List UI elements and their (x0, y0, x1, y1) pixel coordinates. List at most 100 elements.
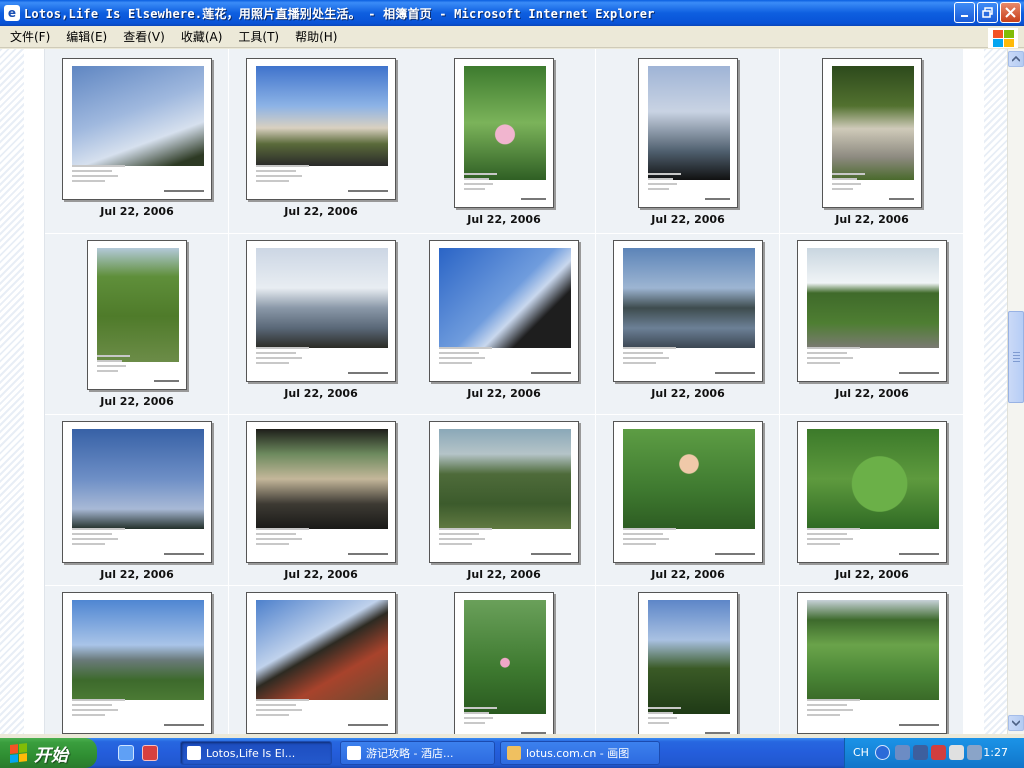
photo-image (256, 66, 388, 166)
photo-cell: Jul 22, 2006 (412, 234, 596, 415)
photo-date-caption[interactable]: Jul 22, 2006 (780, 387, 964, 400)
photo-cell (596, 586, 780, 734)
photo-image (72, 600, 204, 700)
quicklaunch-ie-icon[interactable] (118, 745, 134, 761)
photo-exif-info (623, 528, 755, 558)
photo-image (648, 66, 730, 180)
photo-cell: Jul 22, 2006 (229, 415, 413, 586)
window-titlebar[interactable]: e Lotos,Life Is Elsewhere.莲花，用照片直播别处生活。 … (0, 0, 1024, 26)
scroll-up-icon (1012, 56, 1020, 62)
photo-thumbnail[interactable] (246, 592, 396, 734)
taskbar-task-ie[interactable]: Lotos,Life Is El... (180, 741, 332, 765)
photo-date-caption[interactable]: Jul 22, 2006 (229, 205, 413, 218)
photo-thumbnail[interactable] (62, 58, 212, 200)
menu-help[interactable]: 帮助(H) (287, 27, 345, 47)
photo-image (623, 429, 755, 529)
quicklaunch-app-icon[interactable] (142, 745, 158, 761)
photo-thumbnail[interactable] (62, 592, 212, 734)
menu-file[interactable]: 文件(F) (2, 27, 58, 47)
photo-date-caption[interactable]: Jul 22, 2006 (45, 568, 229, 581)
tray-network-icon[interactable] (895, 745, 910, 760)
photo-date-caption[interactable]: Jul 22, 2006 (412, 213, 596, 226)
photo-date-caption[interactable]: Jul 22, 2006 (780, 213, 964, 226)
photo-exif-info (72, 699, 204, 729)
photo-date-caption[interactable]: Jul 22, 2006 (45, 395, 229, 408)
photo-date-caption[interactable]: Jul 22, 2006 (780, 568, 964, 581)
photo-thumbnail[interactable] (613, 421, 763, 563)
tray-volume-icon[interactable] (967, 745, 982, 760)
ie-task-icon (347, 746, 361, 760)
photo-cell (229, 586, 413, 734)
photo-cell: Jul 22, 2006 (45, 234, 229, 415)
photo-thumbnail[interactable] (797, 592, 947, 734)
photo-exif-info (648, 707, 730, 734)
photo-thumbnail[interactable] (638, 592, 738, 734)
vertical-scrollbar[interactable] (1007, 49, 1024, 734)
photo-thumbnail[interactable] (454, 58, 554, 208)
photo-date-caption[interactable]: Jul 22, 2006 (412, 568, 596, 581)
tray-security-icon[interactable] (931, 745, 946, 760)
photo-image (97, 248, 179, 362)
photo-thumbnail[interactable] (246, 421, 396, 563)
photo-image (807, 600, 939, 700)
photo-date-caption[interactable]: Jul 22, 2006 (45, 205, 229, 218)
photo-thumbnail[interactable] (638, 58, 738, 208)
photo-thumbnail[interactable] (87, 240, 187, 390)
photo-thumbnail[interactable] (246, 240, 396, 382)
taskbar-clock[interactable]: 1:27 (983, 746, 1008, 759)
photo-date-caption[interactable]: Jul 22, 2006 (229, 568, 413, 581)
tray-display-icon[interactable] (913, 745, 928, 760)
photo-thumbnail[interactable] (429, 240, 579, 382)
start-button[interactable]: 开始 (0, 738, 97, 768)
photo-thumbnail[interactable] (822, 58, 922, 208)
photo-gallery: Jul 22, 2006 Jul 22, 2006 Jul 22, 2006 Jul … (44, 49, 964, 734)
photo-exif-info (439, 347, 571, 377)
photo-thumbnail[interactable] (613, 240, 763, 382)
photo-image (72, 429, 204, 529)
menu-view[interactable]: 查看(V) (115, 27, 173, 47)
scroll-down-button[interactable] (1008, 715, 1024, 731)
photo-cell: Jul 22, 2006 (596, 415, 780, 586)
photo-thumbnail[interactable] (246, 58, 396, 200)
photo-thumbnail[interactable] (62, 421, 212, 563)
language-indicator[interactable]: CH (853, 746, 869, 759)
photo-image (832, 66, 914, 180)
close-button[interactable] (1000, 2, 1021, 23)
photo-exif-info (464, 707, 546, 734)
photo-thumbnail[interactable] (454, 592, 554, 734)
tray-arrow-icon[interactable] (875, 745, 890, 760)
photo-date-caption[interactable]: Jul 22, 2006 (596, 387, 780, 400)
menu-favorites[interactable]: 收藏(A) (173, 27, 231, 47)
photo-cell (780, 586, 964, 734)
photo-thumbnail[interactable] (797, 421, 947, 563)
taskbar-task-paint[interactable]: lotus.com.cn - 画图 (500, 741, 660, 765)
photo-date-caption[interactable]: Jul 22, 2006 (596, 568, 780, 581)
ie-icon: e (4, 5, 20, 21)
photo-date-caption[interactable]: Jul 22, 2006 (596, 213, 780, 226)
photo-date-caption[interactable]: Jul 22, 2006 (229, 387, 413, 400)
window-title: Lotos,Life Is Elsewhere.莲花，用照片直播别处生活。 - … (24, 6, 655, 21)
photo-cell: Jul 22, 2006 (596, 49, 780, 234)
scroll-up-button[interactable] (1008, 51, 1024, 67)
photo-cell: Jul 22, 2006 (229, 49, 413, 234)
photo-exif-info (807, 347, 939, 377)
taskbar-task-travel[interactable]: 游记攻略 - 酒店... (340, 741, 495, 765)
photo-image (623, 248, 755, 348)
photo-date-caption[interactable]: Jul 22, 2006 (412, 387, 596, 400)
menu-tools[interactable]: 工具(T) (230, 27, 287, 47)
photo-image (439, 248, 571, 348)
taskbar: 开始 Lotos,Life Is El... 游记攻略 - 酒店... lotu… (0, 738, 1024, 768)
menu-edit[interactable]: 编辑(E) (58, 27, 115, 47)
restore-icon (982, 7, 993, 18)
scroll-thumb[interactable] (1008, 311, 1024, 403)
page-viewport: Jul 22, 2006 Jul 22, 2006 Jul 22, 2006 Jul … (0, 49, 1007, 734)
page-background-left (0, 49, 24, 734)
task-label: 游记攻略 - 酒店... (366, 747, 454, 760)
restore-button[interactable] (977, 2, 998, 23)
minimize-button[interactable] (954, 2, 975, 23)
photo-thumbnail[interactable] (797, 240, 947, 382)
photo-thumbnail[interactable] (429, 421, 579, 563)
tray-disconnect-icon[interactable] (949, 745, 964, 760)
task-label: lotus.com.cn - 画图 (526, 747, 630, 760)
photo-image (464, 600, 546, 714)
